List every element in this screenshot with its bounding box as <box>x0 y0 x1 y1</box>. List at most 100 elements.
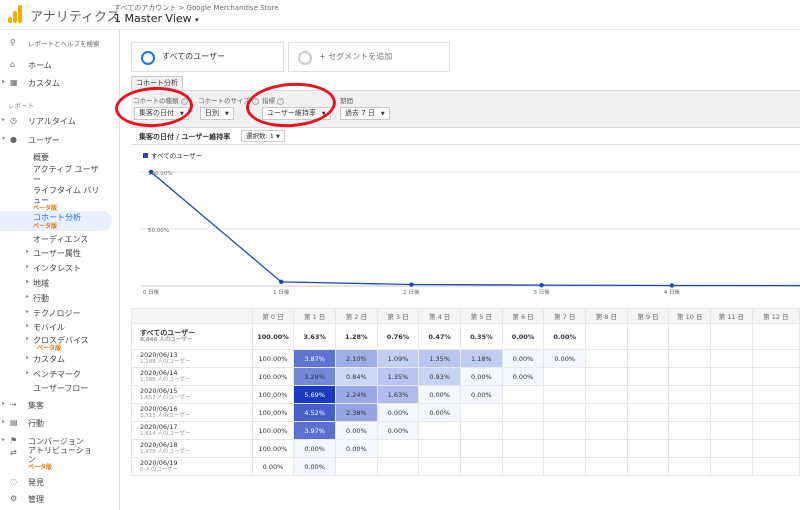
empty-cell <box>585 457 628 476</box>
empty-cell <box>668 367 712 386</box>
sidebar-item-label: ベンチマーク <box>33 370 81 379</box>
empty-cell <box>668 403 712 422</box>
person-icon: ● <box>10 135 17 144</box>
sidebar-item-custom-users[interactable]: ▸ カスタム <box>0 352 120 366</box>
sidebar-item-user-flow[interactable]: ユーザーフロー <box>0 381 120 395</box>
cohort-user-count: 1,188 人のユーザー <box>140 358 191 365</box>
caret-right-icon: ▸ <box>2 400 6 407</box>
sidebar-item-audience[interactable]: オーディエンス <box>0 232 120 246</box>
sidebar-item-technology[interactable]: ▸ テクノロジー <box>0 306 120 320</box>
cohort-user-count: 8,846 人のユーザー <box>140 336 193 343</box>
sidebar-item-acquisition[interactable]: ▸ ⇢ 集客 <box>0 398 120 412</box>
segment-circle-icon <box>298 51 312 65</box>
segment-all-users[interactable]: すべてのユーザー <box>131 42 284 72</box>
segment-label: すべてのユーザー <box>162 52 225 61</box>
retention-cell: 100.00% <box>251 439 295 458</box>
cohort-name: 2020/06/15 <box>140 386 178 395</box>
empty-cell <box>626 403 670 422</box>
retention-cell: 1.09% <box>376 349 420 368</box>
legend-swatch <box>143 153 148 158</box>
caret-right-icon: ▸ <box>2 418 6 425</box>
sidebar-item-label: カスタム <box>33 355 65 364</box>
retention-cell: 3.28% <box>293 367 336 386</box>
sidebar-item-label: リアルタイム <box>28 117 76 126</box>
top-header: アナリティクス すべてのアカウント > Google Merchandise S… <box>0 0 800 30</box>
sidebar-item-behavior[interactable]: ▸ 行動 <box>0 291 120 305</box>
y-tick-label: 50.00% <box>148 228 169 234</box>
empty-cell <box>710 457 753 476</box>
sidebar-item-home[interactable]: ⌂ ホーム <box>0 58 120 72</box>
sidebar-item-demographics[interactable]: ▸ ユーザー属性 <box>0 246 120 260</box>
table-header-row: 第 0 日第 1 日第 2 日第 3 日第 4 日第 5 日第 6 日第 7 日… <box>131 308 800 324</box>
sidebar-item-interests[interactable]: ▸ インタレスト <box>0 261 120 275</box>
cohort-user-count: 1,479 人のユーザー <box>140 448 191 455</box>
cohort-name: すべてのユーザー <box>140 328 196 337</box>
selection-count-select[interactable]: 選択数: 1 ▼ <box>241 130 285 142</box>
sidebar-item-label: ホーム <box>28 61 52 70</box>
table-total-row: すべてのユーザー 8,846 人のユーザー 100.00% 3.63% 1.28% 0.7… <box>131 323 800 350</box>
empty-cell <box>543 367 587 386</box>
caret-right-icon: ▸ <box>2 436 6 443</box>
sidebar-item-label: テクノロジー <box>33 309 81 318</box>
cohort-controls: コホートの種類? 集客の日付 ▼ コホートのサイズ? 日別 ▼ 指標? ユーザー維持… <box>131 90 800 128</box>
sidebar-item-geo[interactable]: ▸ 地域 <box>0 276 120 290</box>
range-select[interactable]: 過去 7 日 ▼ <box>340 107 390 120</box>
cohort-size-select[interactable]: 日別 ▼ <box>200 107 234 120</box>
home-icon: ⌂ <box>10 60 16 69</box>
x-tick-label: 3 日後 <box>534 288 551 296</box>
empty-cell <box>460 421 503 440</box>
caret-right-icon: ▸ <box>26 354 30 361</box>
caret-right-icon: ▸ <box>26 322 30 329</box>
empty-cell <box>543 457 587 476</box>
cohort-user-count: 1,652 人のユーザー <box>140 394 191 401</box>
retention-cell: 0.00% <box>543 349 587 368</box>
sidebar-item-benchmark[interactable]: ▸ ベンチマーク <box>0 367 120 381</box>
beta-badge: ベータ版 <box>28 464 53 471</box>
chart-title: 集客の日付 / ユーザー維持率 <box>139 133 231 141</box>
empty-cell <box>418 457 462 476</box>
sidebar-item-label: 地域 <box>33 279 49 288</box>
empty-cell <box>710 385 753 404</box>
cohort-name: 2020/06/16 <box>140 404 178 413</box>
caret-right-icon: ▸ <box>26 369 30 376</box>
sidebar-item-behavior-main[interactable]: ▸ ▤ 行動 <box>0 416 120 430</box>
table-body: すべてのユーザー 8,846 人のユーザー 100.00% 3.63% 1.28% 0.7… <box>131 323 800 476</box>
caret-right-icon: ▸ <box>26 248 30 255</box>
empty-cell <box>626 457 670 476</box>
add-segment-button[interactable]: + セグメントを追加 <box>288 42 450 72</box>
sidebar-item-cohort[interactable]: コホート分析 ベータ版 <box>0 211 112 231</box>
empty-cell <box>543 421 587 440</box>
row-label: 2020/06/14 1,188 人のユーザー <box>131 367 253 386</box>
sidebar-item-users[interactable]: ▾ ● ユーザー <box>0 133 120 147</box>
retention-cell: 0.35% <box>460 323 503 350</box>
caret-down-icon: ▾ <box>2 135 6 142</box>
sidebar-item-lifetime-value-cont: ュー <box>0 193 120 207</box>
sidebar-item-realtime[interactable]: ▸ ◷ リアルタイム <box>0 114 120 128</box>
retention-cell: 100.00% <box>251 323 295 350</box>
sidebar-item-discover[interactable]: ◌ 発見 <box>0 475 120 489</box>
empty-cell <box>668 439 712 458</box>
analytics-logo-icon[interactable] <box>8 5 22 23</box>
empty-cell <box>710 349 753 368</box>
table-header-day: 第 4 日 <box>418 308 462 324</box>
table-header-day: 第 1 日 <box>293 308 336 324</box>
empty-cell <box>543 403 587 422</box>
caret-right-icon: ▸ <box>26 308 30 315</box>
sidebar: ⚲ レポートとヘルプを検索 ⌂ ホーム ▸ ▦ カスタム レポート ▸ ◷ リア… <box>0 30 120 510</box>
sidebar-item-custom[interactable]: ▸ ▦ カスタム <box>0 76 120 90</box>
sidebar-item-mobile[interactable]: ▸ モバイル <box>0 320 120 334</box>
empty-cell <box>751 439 800 458</box>
gear-icon: ⚙ <box>10 494 18 503</box>
view-selector[interactable]: 1 Master View ▾ <box>114 12 199 25</box>
retention-cell: 0.00% <box>501 323 545 350</box>
sidebar-item-admin[interactable]: ⚙ 管理 <box>0 492 120 506</box>
view-name: 1 Master View <box>114 12 192 25</box>
table-header-day: 第 9 日 <box>626 308 670 324</box>
empty-cell <box>710 323 753 350</box>
sidebar-search[interactable]: ⚲ レポートとヘルプを検索 <box>0 36 120 50</box>
empty-cell <box>501 403 545 422</box>
sidebar-item-label: オーディエンス <box>33 235 89 244</box>
caret-right-icon: ▸ <box>2 116 6 123</box>
empty-cell <box>585 349 628 368</box>
empty-cell <box>585 421 628 440</box>
